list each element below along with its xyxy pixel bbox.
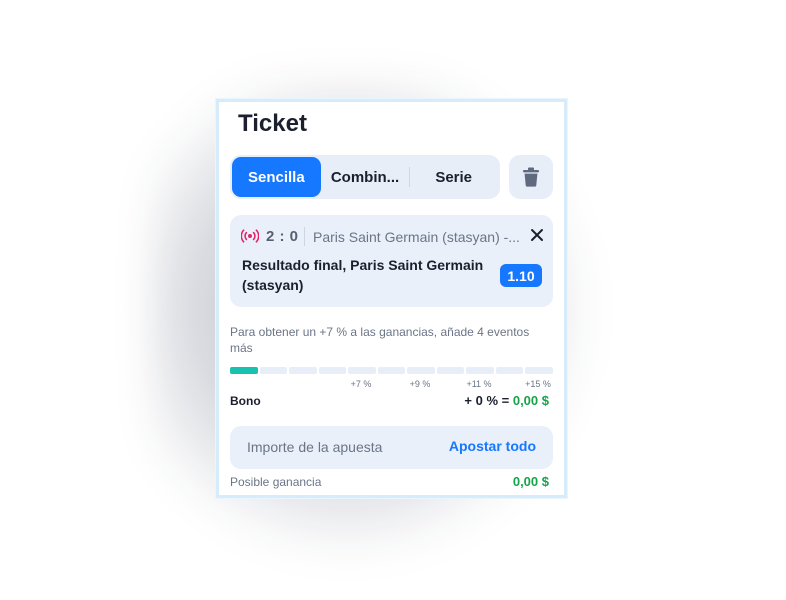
bet-type-tabs: Sencilla Combin... Serie: [230, 155, 500, 199]
match-score: 2 : 0: [266, 228, 299, 245]
ticket-title: Ticket: [238, 110, 307, 137]
delete-all-button[interactable]: [509, 155, 553, 199]
live-broadcast-icon: [241, 229, 259, 243]
progress-segment: [525, 367, 554, 374]
possible-gain-label: Posible ganancia: [230, 475, 322, 489]
progress-tick-label: +7 %: [350, 379, 372, 389]
progress-segment-filled: [230, 367, 258, 374]
tab-serie[interactable]: Serie: [409, 157, 498, 197]
close-icon[interactable]: [529, 227, 545, 243]
odds-badge: 1.10: [500, 264, 542, 287]
tab-sencilla[interactable]: Sencilla: [232, 157, 321, 197]
match-teams: Paris Saint Germain (stasyan) -...: [313, 229, 520, 245]
progress-segment: [259, 367, 288, 374]
progress-segment: [495, 367, 524, 374]
bet-all-button[interactable]: Apostar todo: [449, 438, 536, 454]
market-selection: Resultado final, Paris Saint Germain (st…: [242, 257, 484, 293]
progress-tick-label: +15 %: [525, 379, 551, 389]
progress-tick-label: +9 %: [409, 379, 431, 389]
stake-input-placeholder[interactable]: Importe de la apuesta: [247, 439, 382, 455]
progress-segment: [318, 367, 347, 374]
possible-gain-value: 0,00 $: [512, 474, 549, 489]
bonus-promo-text: Para obtener un +7 % a las ganancias, añ…: [230, 325, 530, 355]
stage: Ticket Sencilla Combin... Serie 2 : 0 Pa…: [0, 0, 786, 600]
progress-segment: [436, 367, 465, 374]
progress-segment: [377, 367, 406, 374]
selected-event-card: 2 : 0 Paris Saint Germain (stasyan) -...…: [230, 215, 553, 307]
progress-segment: [466, 367, 494, 374]
bonus-label: Bono: [230, 394, 261, 408]
progress-tick-label: +11 %: [466, 379, 492, 389]
bonus-progress-bar: [230, 367, 554, 374]
progress-segment: [407, 367, 435, 374]
bonus-value: + 0 % = 0,00 $: [464, 393, 549, 408]
bonus-percent: + 0 % =: [464, 393, 510, 408]
tab-combinada[interactable]: Combin...: [321, 157, 410, 197]
trash-icon: [523, 167, 539, 187]
bonus-amount: 0,00 $: [512, 393, 549, 408]
divider: [304, 227, 305, 246]
progress-segment: [348, 367, 376, 374]
progress-segment: [289, 367, 317, 374]
bet-ticket-panel: Ticket Sencilla Combin... Serie 2 : 0 Pa…: [216, 99, 567, 498]
stake-amount-field[interactable]: Importe de la apuesta Apostar todo: [230, 426, 553, 469]
